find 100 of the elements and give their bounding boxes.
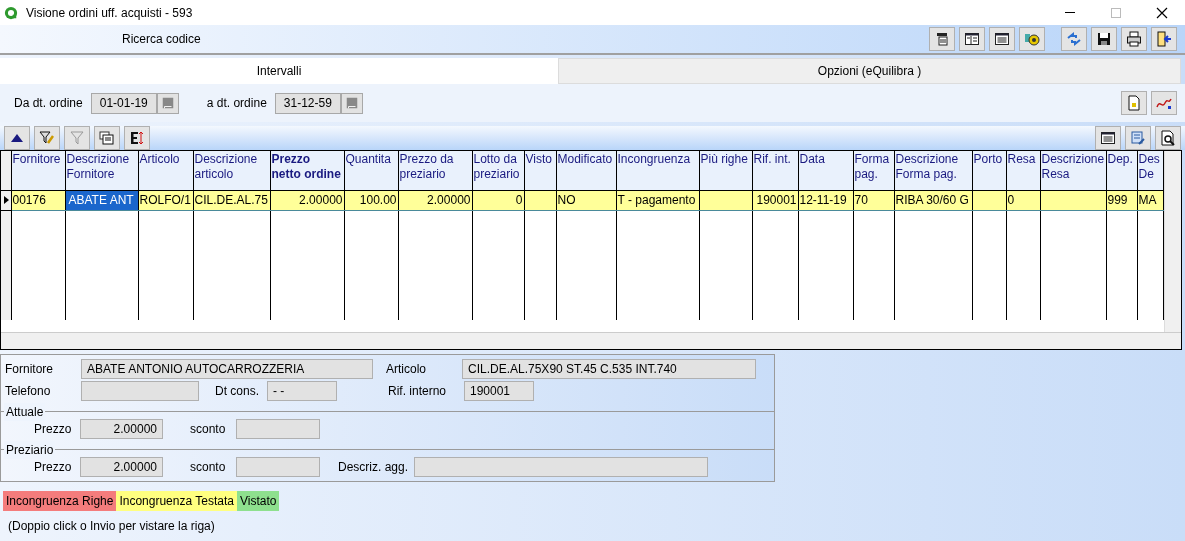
vertical-scrollbar[interactable] bbox=[1164, 151, 1181, 334]
column-header[interactable]: Forma pag. bbox=[853, 151, 894, 190]
column-header[interactable]: Prezzo da preziario bbox=[398, 151, 472, 190]
edit-list-button[interactable] bbox=[1125, 126, 1151, 150]
column-header[interactable]: Modificato bbox=[556, 151, 616, 190]
table-icon bbox=[934, 31, 950, 47]
selected-table-cell: ABATE ANT bbox=[68, 193, 134, 207]
field-label: Descriz. agg. bbox=[338, 459, 410, 476]
list-button[interactable] bbox=[989, 27, 1015, 51]
hint-text: (Doppio click o Invio per vistare la riga) bbox=[8, 518, 216, 535]
settings-button[interactable] bbox=[1019, 27, 1045, 51]
cards-button[interactable] bbox=[94, 126, 120, 150]
layout-icon bbox=[964, 31, 980, 47]
column-header[interactable]: Dep. bbox=[1106, 151, 1137, 190]
column-header[interactable]: Data bbox=[798, 151, 853, 190]
table-cell: 0 bbox=[515, 193, 523, 207]
table-cell: 190001 bbox=[756, 193, 797, 207]
layout-button[interactable] bbox=[959, 27, 985, 51]
column-header[interactable]: Lotto da preziario bbox=[472, 151, 524, 190]
readonly-field: 190001 bbox=[464, 381, 534, 401]
table-cell: RIBA 30/60 G bbox=[895, 193, 969, 207]
table-cell: CIL.DE.AL.75 bbox=[194, 193, 268, 207]
table-cell: NO bbox=[557, 193, 576, 207]
field-label: Dt cons. bbox=[215, 383, 260, 400]
field-label: Fornitore bbox=[5, 361, 55, 378]
exit-button[interactable] bbox=[1151, 27, 1177, 51]
calendar-button[interactable] bbox=[340, 92, 363, 114]
field-label: sconto bbox=[190, 421, 227, 438]
date-field[interactable]: 01-01-19 bbox=[90, 92, 157, 114]
column-header[interactable]: Porto bbox=[972, 151, 1006, 190]
column-header[interactable]: Resa bbox=[1006, 151, 1040, 190]
scroll-up-button[interactable] bbox=[4, 126, 30, 150]
preview-icon bbox=[1160, 130, 1176, 146]
export-icon bbox=[129, 130, 145, 146]
table-cell: 2.00000 bbox=[427, 193, 471, 207]
readonly-field: ABATE ANTONIO AUTOCARROZZERIA bbox=[81, 359, 373, 379]
app-logo-icon bbox=[4, 5, 18, 20]
field-label: Prezzo bbox=[34, 459, 73, 476]
table-cell: 0 bbox=[1007, 193, 1015, 207]
table-cell: MA bbox=[1138, 193, 1157, 207]
list-icon bbox=[994, 31, 1010, 47]
filter-label: a dt. ordine bbox=[206, 95, 267, 112]
field-label: Prezzo bbox=[34, 421, 73, 438]
column-header[interactable]: Articolo bbox=[138, 151, 193, 190]
signature-button[interactable] bbox=[1151, 91, 1177, 115]
tab[interactable]: Opzioni (eQuilibra ) bbox=[558, 58, 1181, 84]
column-header[interactable]: Fornitore bbox=[11, 151, 65, 190]
table-cell: 999 bbox=[1107, 193, 1128, 207]
readonly-field: - - bbox=[267, 381, 337, 401]
legend-item: Incongruenza Righe bbox=[3, 491, 117, 511]
edit-icon bbox=[1130, 130, 1146, 146]
column-header[interactable]: Più righe bbox=[699, 151, 752, 190]
export-button[interactable] bbox=[124, 126, 150, 150]
readonly-field: 2.00000 bbox=[80, 457, 163, 477]
field-label: Rif. interno bbox=[388, 383, 448, 400]
date-field[interactable]: 31-12-59 bbox=[274, 92, 341, 114]
exit-icon bbox=[1156, 31, 1172, 47]
list-icon bbox=[1100, 130, 1116, 146]
tab[interactable]: Intervalli bbox=[0, 58, 558, 84]
document-icon bbox=[1126, 95, 1142, 111]
refresh-icon bbox=[1066, 31, 1082, 47]
column-header[interactable]: Descrizione Fornitore bbox=[65, 151, 138, 190]
field-label: Telefono bbox=[5, 383, 52, 400]
table-cell: 2.00000 bbox=[299, 193, 343, 207]
refresh-button[interactable] bbox=[1061, 27, 1087, 51]
column-header[interactable]: Descrizione Resa bbox=[1040, 151, 1106, 190]
filter-icon bbox=[69, 130, 85, 146]
legend-item: Incongruenza Testata bbox=[116, 491, 237, 511]
section-title: Attuale bbox=[4, 403, 46, 421]
save-icon bbox=[1096, 31, 1112, 47]
filter-label: Da dt. ordine bbox=[14, 95, 83, 112]
save-button[interactable] bbox=[1091, 27, 1117, 51]
table-cell: ROLFO/1 bbox=[139, 193, 191, 207]
column-header[interactable]: Des De bbox=[1137, 151, 1163, 190]
column-header[interactable]: Visto bbox=[524, 151, 556, 190]
column-header[interactable]: Quantita bbox=[344, 151, 398, 190]
readonly-field: 2.00000 bbox=[80, 419, 163, 439]
legend-item: Vistato bbox=[236, 491, 280, 511]
document-button[interactable] bbox=[1121, 91, 1147, 115]
column-header[interactable]: Rif. int. bbox=[752, 151, 798, 190]
list-view-button[interactable] bbox=[1095, 126, 1121, 150]
table-cell: 70 bbox=[854, 193, 868, 207]
filter-edit-icon bbox=[39, 130, 55, 146]
column-header[interactable]: Descrizione Forma pag. bbox=[894, 151, 972, 190]
table-button[interactable] bbox=[929, 27, 955, 51]
column-header[interactable]: Incongruenza bbox=[616, 151, 699, 190]
column-header[interactable]: Descrizione articolo bbox=[193, 151, 270, 190]
calendar-button[interactable] bbox=[156, 92, 179, 114]
print-icon bbox=[1126, 31, 1142, 47]
horizontal-scrollbar[interactable] bbox=[1, 332, 1181, 349]
section-title: Preziario bbox=[4, 441, 56, 459]
table-cell: 00176 bbox=[12, 193, 46, 207]
search-code-label: Ricerca codice bbox=[121, 31, 202, 48]
column-header[interactable]: Prezzo netto ordine bbox=[270, 151, 344, 190]
table-cell: T - pagamento bbox=[617, 193, 696, 207]
edit-filter-button[interactable] bbox=[34, 126, 60, 150]
field-label: Articolo bbox=[386, 361, 427, 378]
preview-button[interactable] bbox=[1155, 126, 1181, 150]
print-button[interactable] bbox=[1121, 27, 1147, 51]
cards-icon bbox=[99, 130, 115, 146]
